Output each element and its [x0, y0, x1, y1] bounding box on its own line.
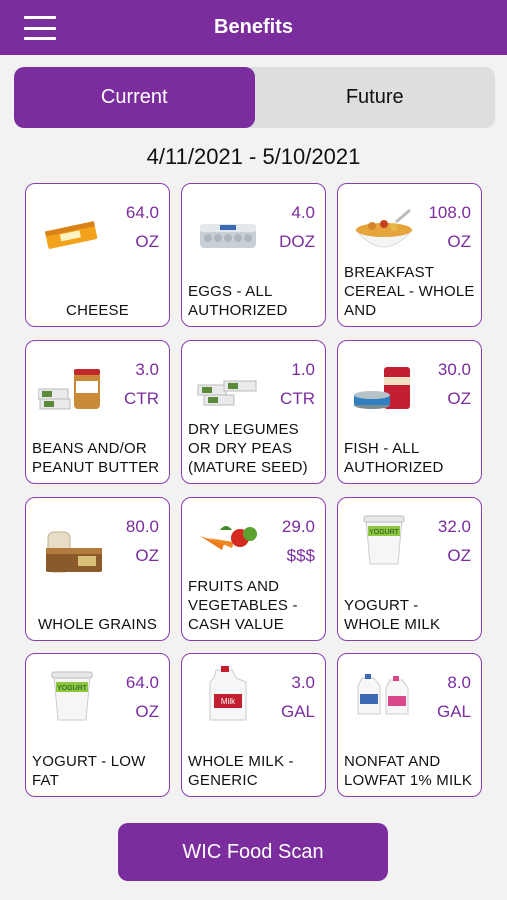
tab-future[interactable]: Future [255, 67, 496, 128]
benefit-name: BEANS AND/OR PEANUT BUTTER [32, 440, 160, 476]
benefit-name: NONFAT AND LOWFAT 1% MILK [344, 753, 473, 789]
cheese-icon [38, 204, 106, 264]
benefit-name: DRY LEGUMES OR DRY PEAS (MATURE SEED) [188, 421, 308, 476]
svg-text:Milk: Milk [221, 697, 236, 706]
eggs-icon [194, 204, 262, 264]
milk-gallon-icon: Milk [194, 664, 262, 724]
benefit-quantity: 29.0 $$$ [281, 517, 315, 565]
benefit-quantity: 80.0 OZ [125, 517, 159, 565]
yogurt-lowfat-icon: YOGURT [38, 668, 106, 728]
benefit-quantity: 32.0 OZ [437, 517, 471, 565]
page-title: Benefits [214, 16, 293, 38]
benefit-card-dry-legumes[interactable]: 1.0 CTR DRY LEGUMES OR DRY PEAS (MATURE S… [181, 340, 326, 484]
benefit-card-whole-grains[interactable]: 80.0 OZ WHOLE GRAINS [25, 497, 170, 641]
yogurt-icon: YOGURT [350, 512, 418, 572]
benefit-quantity: 1.0 CTR [280, 360, 315, 408]
benefit-quantity: 3.0 CTR [124, 360, 159, 408]
benefit-period-tabs: Current Future [14, 67, 495, 128]
benefit-quantity: 3.0 GAL [280, 673, 315, 721]
benefit-card-nonfat-milk[interactable]: 8.0 GAL NONFAT AND LOWFAT 1% MILK [337, 653, 482, 797]
svg-text:YOGURT: YOGURT [369, 529, 400, 536]
benefit-card-yogurt-whole-milk[interactable]: YOGURT 32.0 OZ YOGURT - WHOLE MILK [337, 497, 482, 641]
benefit-card-beans-peanut-butter[interactable]: 3.0 CTR BEANS AND/OR PEANUT BUTTER [25, 340, 170, 484]
svg-text:YOGURT: YOGURT [57, 685, 88, 692]
bread-icon [38, 524, 106, 584]
benefit-card-whole-milk[interactable]: Milk 3.0 GAL WHOLE MILK - GENERIC [181, 653, 326, 797]
cereal-icon [350, 204, 418, 264]
benefit-quantity: 64.0 OZ [125, 673, 159, 721]
beans-peanut-butter-icon [37, 361, 106, 421]
benefit-card-cheese[interactable]: 64.0 OZ CHEESE [25, 183, 170, 327]
benefit-name: YOGURT - LOW FAT [32, 753, 146, 789]
benefit-quantity: 30.0 OZ [437, 360, 471, 408]
nonfat-milk-icon [350, 666, 418, 726]
wic-food-scan-button[interactable]: WIC Food Scan [118, 823, 388, 881]
tab-current[interactable]: Current [14, 67, 255, 128]
benefit-card-cereal[interactable]: 108.0 OZ BREAKFAST CEREAL - WHOLE AND [337, 183, 482, 327]
vegetables-icon [194, 508, 262, 568]
benefit-quantity: 108.0 OZ [428, 203, 471, 251]
benefit-card-fruits-vegetables[interactable]: 29.0 $$$ FRUITS AND VEGETABLES - CASH VAL… [181, 497, 326, 641]
benefit-quantity: 4.0 DOZ [279, 203, 315, 251]
benefit-name: BREAKFAST CEREAL - WHOLE AND [344, 264, 475, 319]
benefit-name: FISH - ALL AUTHORIZED [344, 440, 444, 476]
benefit-name: YOGURT - WHOLE MILK [344, 597, 441, 633]
benefit-card-yogurt-low-fat[interactable]: YOGURT 64.0 OZ YOGURT - LOW FAT [25, 653, 170, 797]
hamburger-menu-icon[interactable] [24, 16, 56, 40]
benefit-name: FRUITS AND VEGETABLES - CASH VALUE [188, 578, 298, 633]
benefit-name: EGGS - ALL AUTHORIZED [188, 283, 288, 319]
dry-legumes-icon [194, 361, 262, 421]
benefit-card-fish[interactable]: 30.0 OZ FISH - ALL AUTHORIZED [337, 340, 482, 484]
benefit-name: WHOLE GRAINS [37, 616, 158, 633]
benefit-name: WHOLE MILK - GENERIC [188, 753, 294, 789]
benefit-card-eggs[interactable]: 4.0 DOZ EGGS - ALL AUTHORIZED [181, 183, 326, 327]
benefit-quantity: 8.0 GAL [436, 673, 471, 721]
benefit-name: CHEESE [66, 302, 129, 319]
benefit-quantity: 64.0 OZ [125, 203, 159, 251]
benefit-date-range: 4/11/2021 - 5/10/2021 [146, 144, 361, 169]
canned-fish-icon [350, 361, 418, 421]
app-header: Benefits [0, 0, 507, 55]
